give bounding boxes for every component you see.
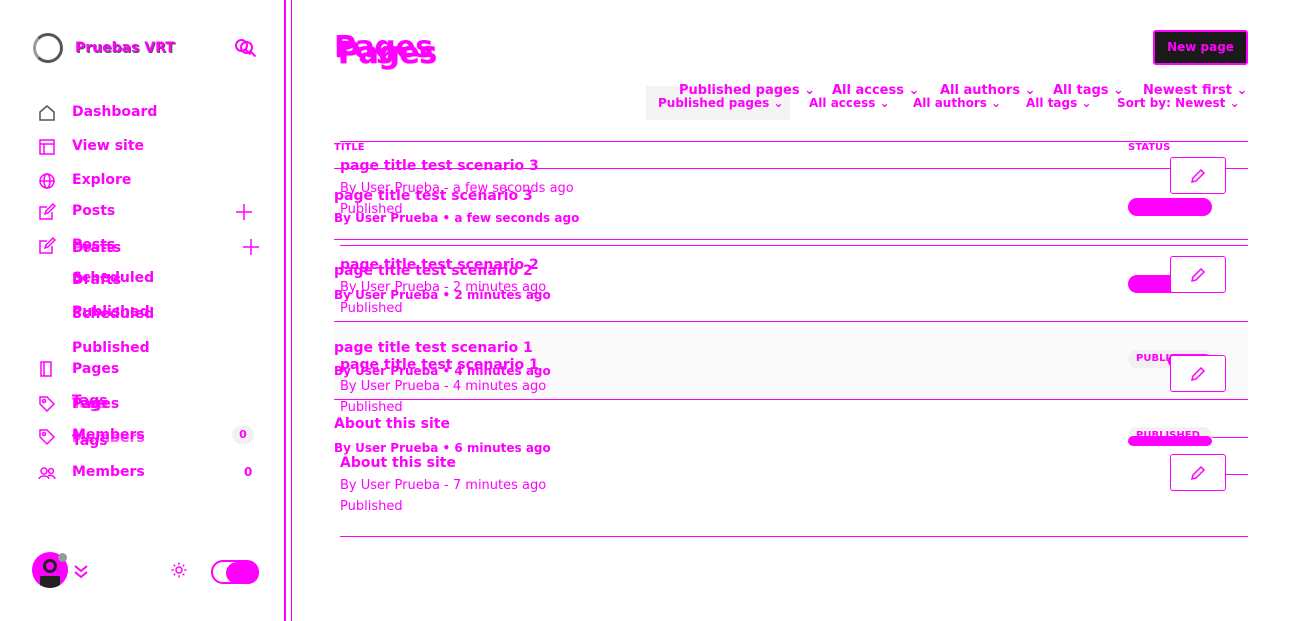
nav-explore[interactable]: Explore <box>72 172 131 188</box>
row-author: User Prueba <box>355 441 439 455</box>
plus-icon-overlay[interactable] <box>242 238 260 256</box>
row-divider <box>1212 437 1248 438</box>
sidebar-divider-overlay <box>291 0 292 621</box>
filter-tags-overlay-label: All tags <box>1026 96 1078 110</box>
nav-posts[interactable]: Posts <box>72 203 115 219</box>
row-by: By <box>334 288 351 302</box>
row-time: 2 minutes ago <box>454 288 551 302</box>
nav-tags-overlay[interactable]: Tags <box>72 433 108 449</box>
nav-pages-overlay[interactable]: Pages <box>72 396 119 412</box>
row-meta-overlay: By User Prueba • a few seconds ago <box>334 211 580 225</box>
filter-access-overlay-label: All access <box>809 96 876 110</box>
row-title-overlay[interactable]: page title test scenario 2 <box>334 263 533 279</box>
sidebar: Pruebas VRT Dashboard View site Explore … <box>0 0 290 621</box>
filter-type-overlay[interactable]: Published pages ⌄ <box>658 96 784 110</box>
users-icon <box>38 464 56 482</box>
edit-button[interactable] <box>1170 157 1226 194</box>
pencil-icon <box>1190 465 1206 481</box>
filter-access-overlay[interactable]: All access ⌄ <box>809 96 890 110</box>
row-by: By <box>334 211 351 225</box>
row-title-overlay[interactable]: page title test scenario 3 <box>334 188 533 204</box>
row-status: Published <box>340 301 403 316</box>
book-icon <box>38 360 56 378</box>
edit-icon <box>38 203 56 221</box>
nav-published-overlay[interactable]: Published <box>72 340 150 356</box>
toggle-knob <box>226 562 259 584</box>
pencil-icon <box>1190 267 1206 283</box>
filter-sort-overlay-label: Sort by: Newest <box>1117 96 1226 110</box>
status-badge <box>1128 198 1212 216</box>
search-icon-overlay <box>239 40 257 58</box>
row-divider <box>334 399 1248 400</box>
row-by: By <box>334 364 351 378</box>
edit-button[interactable] <box>1170 454 1226 491</box>
filter-tags-overlay[interactable]: All tags ⌄ <box>1026 96 1092 110</box>
column-title: TITLE <box>334 142 365 153</box>
nav-view-site[interactable]: View site <box>72 138 144 154</box>
row-divider <box>340 141 1248 142</box>
tag-icon-overlay <box>38 428 56 446</box>
filter-authors-overlay-label: All authors <box>913 96 987 110</box>
row-title-overlay[interactable]: page title test scenario 1 <box>334 340 533 356</box>
row-author: User Prueba <box>355 288 439 302</box>
members-count-overlay: 0 <box>232 426 254 444</box>
row-status: Published <box>340 499 403 514</box>
row-time: 6 minutes ago <box>454 441 551 455</box>
gear-icon[interactable] <box>170 561 194 585</box>
edit-button[interactable] <box>1170 355 1226 392</box>
row-by: By <box>334 441 351 455</box>
row-title-overlay[interactable]: About this site <box>334 416 450 432</box>
row-author: User Prueba <box>355 364 439 378</box>
nav-published[interactable]: Published <box>72 304 150 320</box>
row-time: a few seconds ago <box>454 211 580 225</box>
new-page-button[interactable]: New page <box>1153 30 1248 65</box>
row-status: Published <box>340 400 403 415</box>
site-logo[interactable] <box>33 33 63 63</box>
avatar-status-dot <box>58 553 67 562</box>
row-author: User Prueba <box>355 211 439 225</box>
nav-pages[interactable]: Pages <box>72 361 119 377</box>
filter-type-overlay-label: Published pages <box>658 96 770 110</box>
row-title[interactable]: page title test scenario 3 <box>340 158 539 174</box>
row-time: 4 minutes ago <box>454 364 551 378</box>
chevron-down-icon[interactable] <box>72 562 90 580</box>
site-title[interactable]: Pruebas VRT <box>75 40 175 56</box>
row-meta-overlay: By User Prueba • 6 minutes ago <box>334 441 551 455</box>
edit-icon-overlay <box>38 237 56 255</box>
filter-sort-overlay[interactable]: Sort by: Newest ⌄ <box>1117 96 1240 110</box>
browser-icon <box>38 138 56 156</box>
row-meta-overlay: By User Prueba • 4 minutes ago <box>334 364 551 378</box>
row-divider <box>340 245 1248 246</box>
row-divider <box>340 536 1248 537</box>
nav-members[interactable]: Members <box>72 464 145 480</box>
globe-icon <box>38 172 56 190</box>
edit-button[interactable] <box>1170 256 1226 293</box>
row-meta-overlay: By User Prueba • 2 minutes ago <box>334 288 551 302</box>
row-meta: By User Prueba - 7 minutes ago <box>340 478 547 493</box>
column-status: STATUS <box>1128 142 1171 153</box>
status-badge-fill <box>1128 436 1212 446</box>
members-count: 0 <box>244 465 253 479</box>
pencil-icon <box>1190 366 1206 382</box>
row-title[interactable]: About this site <box>340 455 456 471</box>
page-title-overlay: Pages <box>338 36 437 71</box>
home-icon <box>38 104 56 122</box>
nav-dashboard[interactable]: Dashboard <box>72 104 157 120</box>
pencil-icon <box>1190 168 1206 184</box>
nav-drafts[interactable]: Drafts <box>72 240 121 256</box>
filter-authors-overlay[interactable]: All authors ⌄ <box>913 96 1001 110</box>
row-meta: By User Prueba - 4 minutes ago <box>340 379 547 394</box>
tag-icon <box>38 395 56 413</box>
sidebar-divider <box>284 0 286 621</box>
nav-scheduled[interactable]: Scheduled <box>72 270 154 286</box>
plus-icon[interactable] <box>235 203 253 221</box>
row-divider <box>334 239 1248 240</box>
